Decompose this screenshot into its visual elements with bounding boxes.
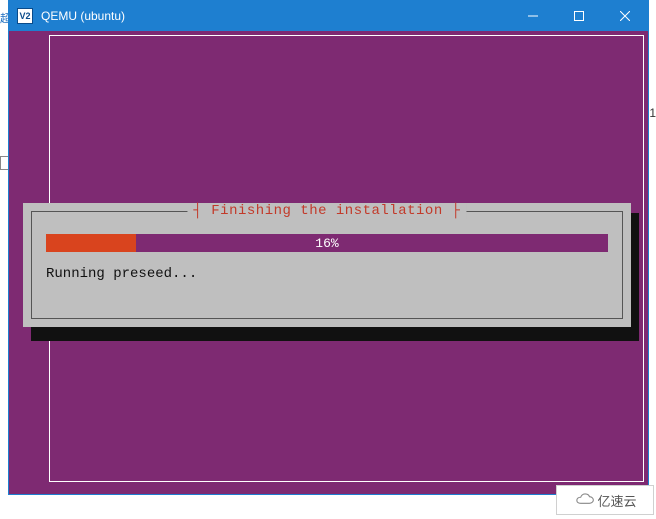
dialog-title: ┤ Finishing the installation ├ [187,203,466,219]
status-text: Running preseed... [46,266,197,282]
dialog-inner: ┤ Finishing the installation ├ 16% Runni… [31,211,623,319]
watermark-text: 亿速云 [597,491,636,510]
app-window: V2 QEMU (ubuntu) ┤ Finishing the install… [8,0,649,495]
maximize-button[interactable] [556,1,602,31]
watermark: 亿速云 [556,485,654,515]
window-controls [510,1,648,31]
maximize-icon [574,11,584,21]
close-icon [620,11,630,21]
progress-percent-label: 16% [46,234,608,252]
minimize-icon [528,11,538,21]
minimize-button[interactable] [510,1,556,31]
titlebar[interactable]: V2 QEMU (ubuntu) [9,1,648,31]
app-icon: V2 [17,8,33,24]
progress-bar: 16% [46,234,608,252]
window-title: QEMU (ubuntu) [41,9,510,23]
page-edge-num-right: 1 [649,106,656,120]
cloud-icon [573,493,595,507]
close-button[interactable] [602,1,648,31]
installer-dialog: ┤ Finishing the installation ├ 16% Runni… [23,203,631,327]
vm-display[interactable]: ┤ Finishing the installation ├ 16% Runni… [9,31,648,494]
